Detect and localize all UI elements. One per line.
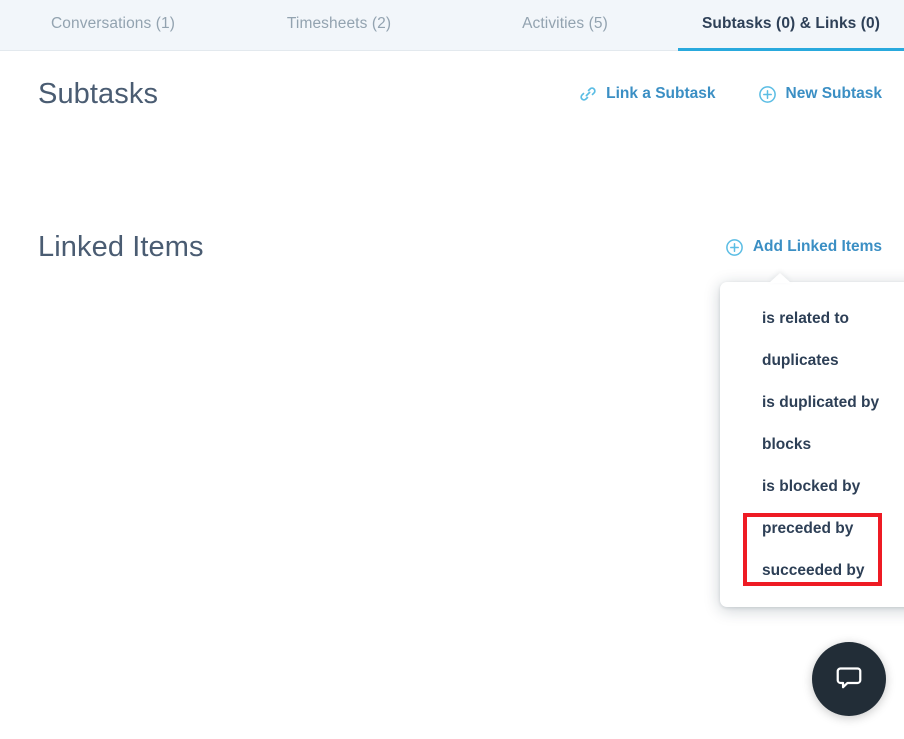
dropdown-item-label: duplicates (762, 352, 839, 369)
link-a-subtask-button[interactable]: Link a Subtask (579, 85, 716, 103)
tab-label: Conversations (1) (50, 15, 176, 32)
linked-items-actions: Add Linked Items (725, 238, 882, 257)
dropdown-item-succeeded-by[interactable]: succeeded by (720, 550, 904, 592)
tab-subtasks-and-links[interactable]: Subtasks (0) & Links (0) (678, 0, 904, 51)
dropdown-item-label: blocks (762, 436, 812, 453)
dropdown-item-is-blocked-by[interactable]: is blocked by (720, 466, 904, 508)
tab-bar: Conversations (1) Timesheets (2) Activit… (0, 0, 904, 51)
chat-bubble-icon (832, 660, 866, 699)
dropdown-item-preceded-by[interactable]: preceded by (720, 508, 904, 550)
tab-label: Timesheets (2) (286, 15, 392, 32)
link-a-subtask-label: Link a Subtask (606, 85, 716, 102)
tab-activities[interactable]: Activities (5) (452, 0, 678, 50)
new-subtask-button[interactable]: New Subtask (758, 85, 882, 104)
chat-widget-button[interactable] (812, 642, 886, 716)
subtasks-actions: Link a Subtask New Subtask (579, 85, 882, 104)
dropdown-item-is-related-to[interactable]: is related to (720, 298, 904, 340)
page-root: Conversations (1) Timesheets (2) Activit… (0, 0, 904, 739)
plus-circle-icon (725, 238, 744, 257)
dropdown-item-is-duplicated-by[interactable]: is duplicated by (720, 382, 904, 424)
tab-timesheets[interactable]: Timesheets (2) (226, 0, 452, 50)
add-linked-items-label: Add Linked Items (752, 238, 882, 255)
link-icon (579, 85, 597, 103)
new-subtask-label: New Subtask (785, 85, 882, 102)
tab-conversations[interactable]: Conversations (1) (0, 0, 226, 50)
subtasks-title: Subtasks (38, 77, 159, 110)
dropdown-item-label: is related to (762, 310, 849, 327)
linked-items-title: Linked Items (38, 230, 204, 263)
tab-label: Activities (5) (522, 15, 608, 32)
dropdown-item-duplicates[interactable]: duplicates (720, 340, 904, 382)
link-type-dropdown: is related to duplicates is duplicated b… (720, 282, 904, 607)
dropdown-item-blocks[interactable]: blocks (720, 424, 904, 466)
dropdown-item-label: preceded by (762, 520, 854, 537)
tab-label: Subtasks (0) & Links (0) (701, 15, 881, 32)
subtasks-section-header: Subtasks Link a Subtask New Subtask (38, 72, 882, 116)
add-linked-items-button[interactable]: Add Linked Items (725, 238, 882, 257)
dropdown-item-label: succeeded by (762, 562, 865, 579)
dropdown-item-label: is duplicated by (762, 394, 880, 411)
dropdown-item-label: is blocked by (762, 478, 861, 495)
plus-circle-icon (758, 85, 777, 104)
linked-items-section-header: Linked Items Add Linked Items (38, 225, 882, 269)
